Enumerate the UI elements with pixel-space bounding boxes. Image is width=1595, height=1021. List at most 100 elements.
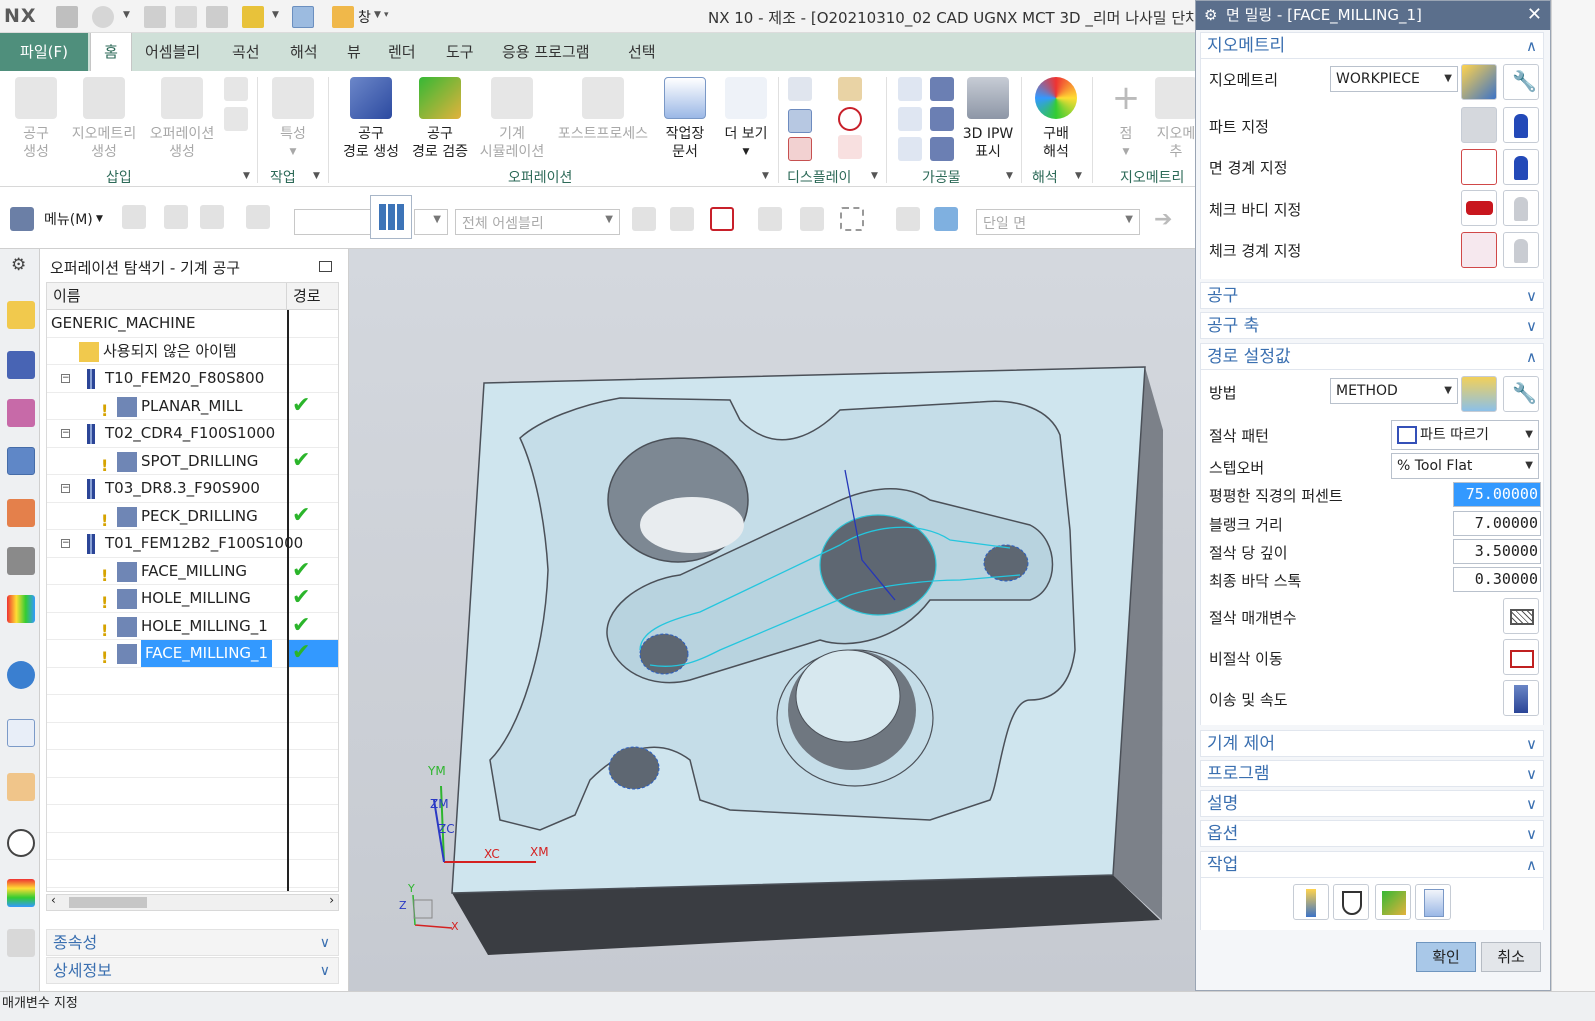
- method-select[interactable]: METHOD ▼: [1330, 378, 1458, 404]
- face-select-icon[interactable]: [896, 207, 920, 231]
- gear-icon[interactable]: ⚙: [1204, 1, 1217, 29]
- verify-button[interactable]: [1375, 884, 1411, 920]
- gradient-analysis-button[interactable]: 구배 해석: [1028, 77, 1084, 161]
- cut-icon[interactable]: [144, 6, 166, 28]
- history-icon[interactable]: [7, 773, 35, 801]
- edit-geometry-button[interactable]: 🔧: [1503, 64, 1539, 100]
- body-select-icon[interactable]: [934, 207, 958, 231]
- options-section-header[interactable]: 옵션 ∨: [1200, 820, 1544, 847]
- cut-pattern-select[interactable]: 파트 따르기 ▼: [1391, 420, 1539, 450]
- generate-toolpath-button[interactable]: 공구 경로 생성: [338, 77, 404, 161]
- tree-row[interactable]: ! PECK_DRILLING ✔: [47, 503, 338, 530]
- workpiece-show-icon[interactable]: [898, 77, 922, 101]
- workpiece-check-icon[interactable]: [898, 137, 922, 161]
- create-geometry-button[interactable]: 지오메트리 생성: [66, 77, 142, 161]
- repeat-command-icon[interactable]: [242, 6, 264, 28]
- tool-section-header[interactable]: 공구 ∨: [1200, 282, 1544, 309]
- graphics-viewport[interactable]: YM ZM ZC XC XM Y Z X: [349, 249, 1195, 991]
- window-icon[interactable]: [332, 6, 354, 28]
- window-menu[interactable]: 창: [358, 7, 371, 27]
- collapse-toggle-icon[interactable]: −: [61, 539, 70, 548]
- select-filter-icon-2[interactable]: [164, 205, 188, 229]
- tree-row[interactable]: ! PLANAR_MILL ✔: [47, 393, 338, 420]
- create-method-icon[interactable]: [224, 107, 248, 131]
- type-filter-dropdown[interactable]: ▼: [414, 209, 448, 235]
- tab-tools[interactable]: 도구: [440, 33, 480, 71]
- info-icon[interactable]: [7, 661, 35, 689]
- copy-icon[interactable]: [175, 6, 197, 28]
- tab-applications[interactable]: 응용 프로그램: [496, 33, 596, 71]
- ipw-display-button[interactable]: 3D IPW 표시: [960, 77, 1016, 161]
- feature-navigator-icon[interactable]: [7, 547, 35, 575]
- depth-per-cut-input[interactable]: 3.50000: [1453, 539, 1541, 564]
- tree-row[interactable]: GENERIC_MACHINE: [47, 310, 338, 338]
- part-model[interactable]: [349, 249, 1195, 991]
- scroll-left-icon[interactable]: ‹: [51, 893, 56, 907]
- operation-navigator-icon[interactable]: [7, 447, 35, 475]
- type-filter-grid-button[interactable]: [370, 195, 412, 239]
- assembly-filter-dropdown[interactable]: 전체 어셈블리 ▼: [455, 209, 620, 235]
- scroll-right-icon[interactable]: ›: [329, 893, 334, 907]
- tree-row[interactable]: ! FACE_MILLING ✔: [47, 558, 338, 585]
- create-tool-button[interactable]: 공구 생성: [10, 77, 62, 161]
- non-cutting-moves-button[interactable]: [1503, 639, 1539, 675]
- new-method-button[interactable]: [1461, 376, 1497, 412]
- flat-diameter-percent-input[interactable]: 75.00000: [1453, 482, 1541, 507]
- customize-dropdown-icon[interactable]: ▾: [384, 10, 389, 20]
- clock-icon[interactable]: [7, 829, 35, 857]
- tab-curve[interactable]: 곡선: [226, 33, 266, 71]
- workpiece-ipw-icon[interactable]: [930, 137, 954, 161]
- feeds-speeds-button[interactable]: [1503, 680, 1539, 716]
- part-spec-button[interactable]: [1461, 107, 1497, 143]
- window-dropdown-icon[interactable]: ▼: [374, 10, 381, 20]
- column-header-name[interactable]: 이름: [47, 283, 287, 310]
- menu-button[interactable]: 메뉴(M): [44, 209, 93, 229]
- tab-render[interactable]: 렌더: [382, 33, 422, 71]
- collapse-toggle-icon[interactable]: −: [61, 374, 70, 383]
- create-program-icon[interactable]: [224, 77, 248, 101]
- part-display-button[interactable]: [1503, 107, 1539, 143]
- snap-icon-4[interactable]: [800, 207, 824, 231]
- assembly-navigator-icon[interactable]: [7, 301, 35, 329]
- horizontal-scrollbar[interactable]: ‹ ›: [46, 893, 339, 911]
- tab-home[interactable]: 홈: [90, 33, 132, 71]
- web-browser-icon[interactable]: [7, 719, 35, 747]
- list-button[interactable]: [1415, 884, 1451, 920]
- tree-row[interactable]: ! HOLE_MILLING_1 ✔: [47, 613, 338, 640]
- group-work-expander[interactable]: ▼: [313, 171, 320, 181]
- machine-simulation-button[interactable]: 기계 시뮬레이션: [476, 77, 548, 161]
- menu-dropdown-icon[interactable]: ▼: [96, 214, 103, 224]
- reuse-library-icon[interactable]: [7, 595, 35, 623]
- stepover-select[interactable]: % Tool Flat ▼: [1391, 453, 1539, 479]
- geometry-section-header[interactable]: 지오메트리 ∧: [1200, 32, 1544, 59]
- select-filter-icon-4[interactable]: [246, 205, 270, 229]
- program-section-header[interactable]: 프로그램 ∨: [1200, 760, 1544, 787]
- generate-button[interactable]: [1293, 884, 1329, 920]
- description-section-header[interactable]: 설명 ∨: [1200, 790, 1544, 817]
- role-icon[interactable]: [7, 929, 35, 957]
- postprocess-button[interactable]: 포스트프로세스: [554, 77, 652, 143]
- paste-icon[interactable]: [206, 6, 228, 28]
- group-analysis-expander[interactable]: ▼: [1075, 171, 1082, 181]
- snap-icon-1[interactable]: [632, 207, 656, 231]
- blank-distance-input[interactable]: 7.00000: [1453, 511, 1541, 536]
- tree-row[interactable]: ! SPOT_DRILLING ✔: [47, 448, 338, 475]
- snap-icon-2[interactable]: [670, 207, 694, 231]
- check-body-display-button[interactable]: [1503, 190, 1539, 226]
- geometry-add-button[interactable]: 지오메 추: [1154, 77, 1198, 161]
- face-rule-dropdown[interactable]: 단일 면 ▼: [976, 209, 1140, 235]
- display-cut-levels-icon[interactable]: [788, 109, 812, 133]
- tab-assembly[interactable]: 어셈블리: [139, 33, 206, 71]
- shop-documentation-button[interactable]: 작업장 문서: [658, 77, 712, 161]
- type-filter-input[interactable]: [294, 209, 372, 235]
- dependency-section[interactable]: 종속성 ∨: [46, 929, 339, 956]
- new-geometry-button[interactable]: [1461, 64, 1497, 100]
- tree-row[interactable]: − T02_CDR4_F100S1000: [47, 420, 338, 448]
- group-display-expander[interactable]: ▼: [871, 171, 878, 181]
- group-operation-expander[interactable]: ▼: [762, 171, 769, 181]
- geometry-select[interactable]: WORKPIECE ▼: [1330, 66, 1458, 92]
- select-filter-icon-3[interactable]: [200, 205, 224, 229]
- details-section[interactable]: 상세정보 ∨: [46, 957, 339, 984]
- close-icon[interactable]: ✕: [1527, 1, 1542, 29]
- more-button[interactable]: 더 보기 ▼: [718, 77, 774, 161]
